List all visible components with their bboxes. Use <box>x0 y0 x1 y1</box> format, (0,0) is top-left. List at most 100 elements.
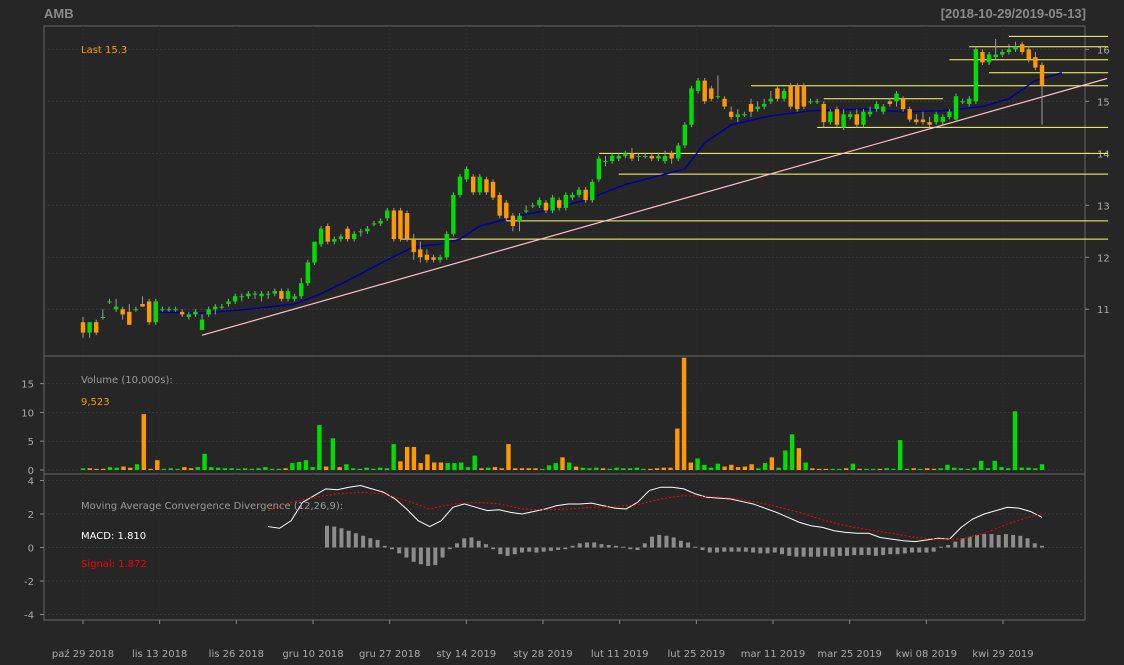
macd-tick-label: 4 <box>28 477 34 488</box>
candle-down <box>398 210 403 240</box>
volume-bar <box>931 468 937 470</box>
volume-bar <box>371 468 376 470</box>
volume-bar <box>1012 411 1018 470</box>
macd-histogram-bar <box>823 547 828 556</box>
candle-down <box>702 80 707 102</box>
x-tick-label: paź 29 2018 <box>52 648 114 660</box>
volume-bar <box>952 467 957 470</box>
volume-bar <box>924 468 930 470</box>
candle-up <box>444 233 449 258</box>
volume-bar <box>715 463 721 470</box>
candle-up <box>226 301 231 305</box>
volume-title: Volume (10,000s): <box>81 375 173 386</box>
volume-bar <box>330 438 336 470</box>
volume-bar <box>877 468 883 470</box>
candle-down <box>669 153 674 159</box>
candle-down <box>1039 64 1045 86</box>
volume-bar <box>708 467 714 470</box>
macd-histogram-bar <box>397 547 402 554</box>
macd-histogram-bar <box>982 534 987 548</box>
macd-histogram-bar <box>967 536 972 548</box>
macd-histogram-bar <box>989 534 994 548</box>
candle-down <box>279 291 284 299</box>
candle-down <box>418 249 423 258</box>
candle-up <box>365 228 370 232</box>
volume-bar <box>161 468 167 470</box>
candle-up <box>861 111 866 125</box>
candle-up <box>953 96 959 120</box>
macd-histogram-bar <box>382 545 387 548</box>
volume-bar <box>614 467 619 470</box>
volume-bar <box>148 468 153 470</box>
volume-bar <box>303 460 309 470</box>
volume-bar <box>560 457 565 470</box>
candle-down <box>80 322 86 333</box>
candle-down <box>795 85 800 110</box>
volume-bar <box>175 468 180 470</box>
trend-line <box>201 77 1108 336</box>
candle-up <box>682 124 688 146</box>
macd-histogram-bar <box>758 547 763 554</box>
macd-histogram-bar <box>917 547 922 553</box>
candle-up <box>636 155 641 157</box>
macd-histogram-bar <box>505 547 510 556</box>
macd-histogram-bar <box>902 547 907 554</box>
volume-bar <box>229 468 234 470</box>
candle-up <box>437 257 443 260</box>
candle-up <box>603 161 608 163</box>
candle-down <box>775 88 780 99</box>
volume-bar <box>486 467 491 470</box>
volume-bar <box>695 458 700 470</box>
candle-down <box>471 176 476 193</box>
candle-down <box>748 103 754 112</box>
volume-bar <box>857 468 862 470</box>
macd-histogram-bar <box>888 547 893 555</box>
candle-down <box>180 311 185 315</box>
candle-up <box>623 153 628 156</box>
volume-bar <box>1026 467 1031 470</box>
volume-bar <box>128 467 133 470</box>
volume-bar <box>452 463 457 470</box>
chart-title: AMB <box>44 6 74 21</box>
macd-histogram-bar <box>635 547 640 551</box>
candle-down <box>490 181 496 198</box>
price-tick-label: 11 <box>1097 305 1110 316</box>
macd-histogram-bar <box>440 547 445 558</box>
candle-down <box>556 200 562 208</box>
candle-up <box>596 158 602 180</box>
candle-up <box>689 88 694 125</box>
volume-bar <box>580 467 585 470</box>
volume-bar <box>418 463 423 470</box>
candle-up <box>530 205 535 207</box>
x-tick-label: lis 26 2018 <box>209 649 264 660</box>
volume-bar <box>540 468 545 470</box>
macd-histogram-bar <box>845 547 849 556</box>
volume-bar <box>553 463 558 470</box>
volume-bar <box>222 468 228 470</box>
volume-last: 9,523 <box>81 397 110 408</box>
x-tick-label: kwi 08 2019 <box>896 649 957 660</box>
volume-bar <box>1006 468 1011 470</box>
macd-histogram-bar <box>592 542 597 548</box>
volume-bar <box>101 468 106 470</box>
volume-bar <box>114 467 119 470</box>
candle-up <box>828 111 833 123</box>
candle-up <box>312 241 317 263</box>
volume-bar <box>999 467 1004 470</box>
macd-title: Moving Average Convergence Divergence (1… <box>81 501 344 512</box>
candle-up <box>676 145 681 159</box>
volume-bar <box>573 466 579 470</box>
volume-bar <box>796 448 802 470</box>
x-tick-label: sty 28 2019 <box>513 649 573 660</box>
volume-bar <box>904 468 910 470</box>
macd-histogram-bar <box>715 547 719 553</box>
macd-histogram-bar <box>866 547 871 556</box>
volume-bar <box>384 468 390 470</box>
volume-bar <box>283 468 288 470</box>
candle-up <box>246 293 251 297</box>
candle-up <box>252 293 258 295</box>
volume-bar <box>458 462 464 470</box>
macd-histogram-bar <box>975 534 979 548</box>
macd-histogram-bar <box>361 535 366 548</box>
candle-down <box>709 88 714 99</box>
